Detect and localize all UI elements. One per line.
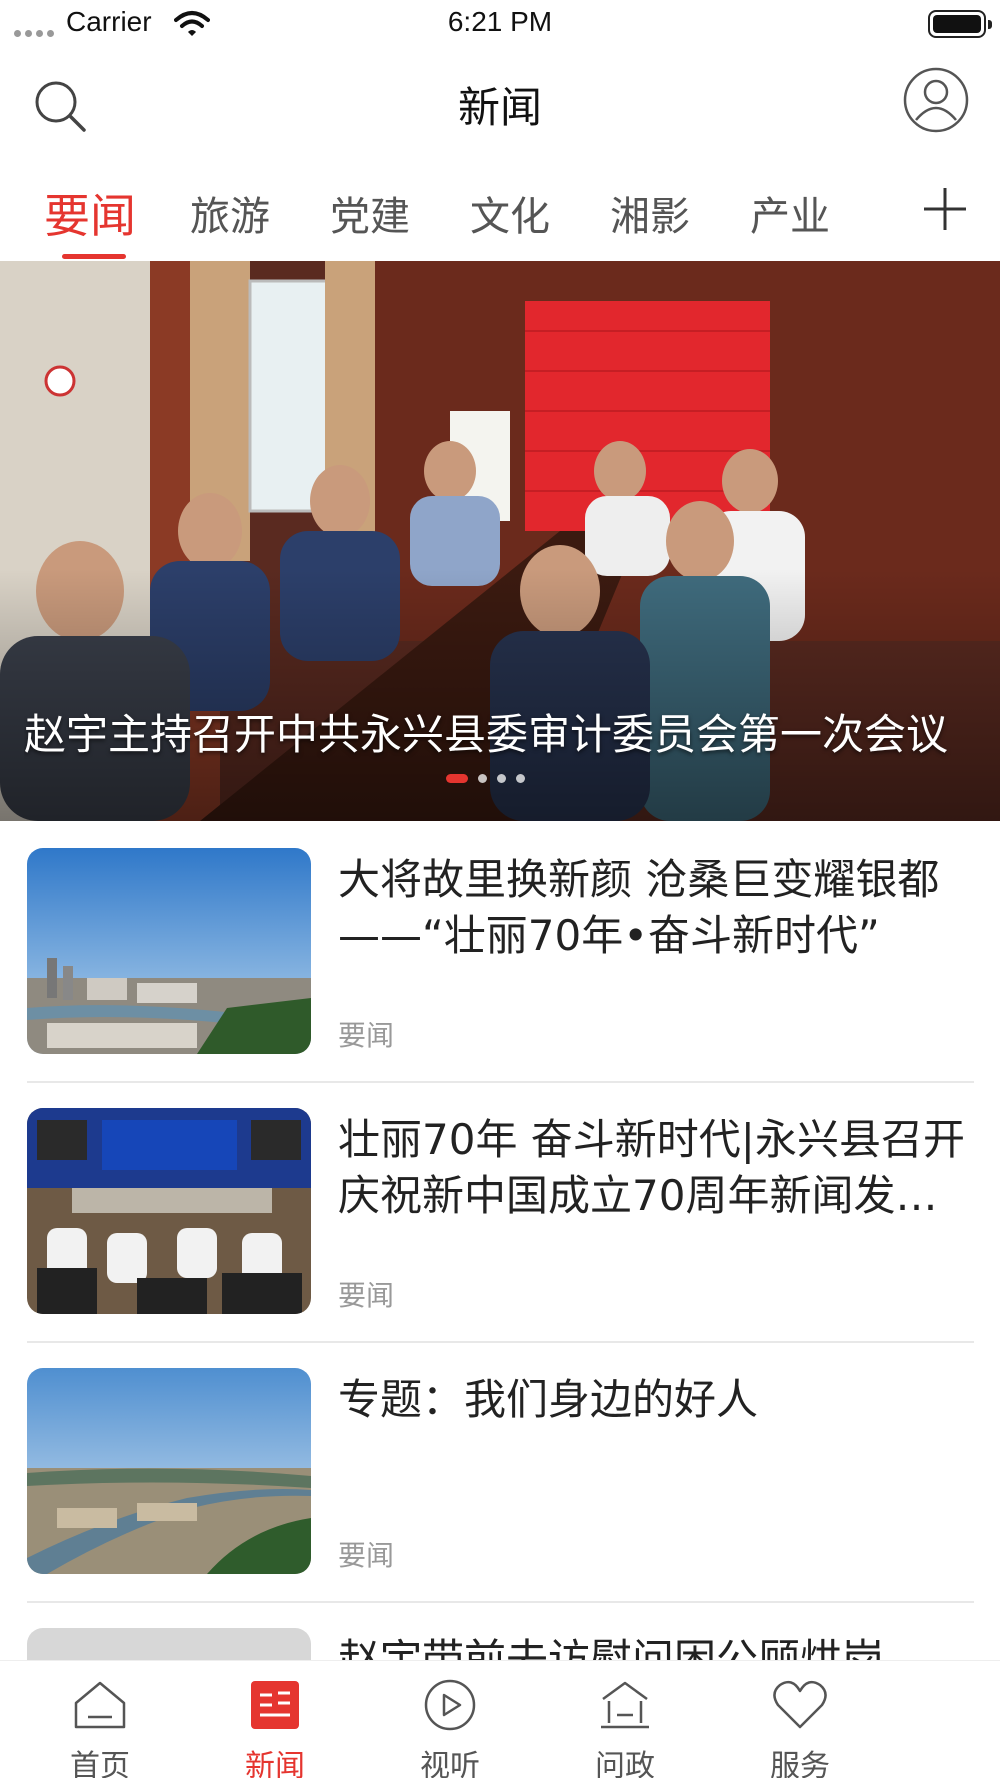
news-title[interactable]: 专题：我们身边的好人: [338, 1372, 968, 1428]
tabbar-news[interactable]: 新闻: [175, 1661, 375, 1778]
news-tag: 要闻: [338, 1539, 395, 1572]
banner-carousel[interactable]: 赵宇主持召开中共永兴县委审计委员会第一次会议: [0, 261, 1000, 821]
clock: 6:21 PM: [447, 6, 553, 37]
news-tag: 要闻: [338, 1279, 395, 1312]
tabbar-video[interactable]: 视听: [350, 1661, 550, 1778]
news-thumbnail: [27, 1108, 311, 1314]
tabbar-label: 服务: [770, 1749, 830, 1778]
page-title: 新闻: [457, 83, 542, 132]
news-list-item[interactable]: 专题：我们身边的好人 要闻: [0, 1342, 1000, 1603]
news-list-item[interactable]: 壮丽70年 奋斗新时代|永兴县召开庆祝新中国成立70周年新闻发布会 要闻: [0, 1082, 1000, 1343]
news-list-item[interactable]: 大将故里换新颜 沧桑巨变耀银都——“壮丽70年•奋斗新时代” 要闻: [0, 822, 1000, 1083]
tabbar-wenzheng[interactable]: 问政: [525, 1661, 725, 1778]
news-thumbnail: [27, 848, 311, 1054]
category-tabs: 要闻 旅游 党建 文化 湘影 产业: [0, 160, 1000, 260]
hall-icon: [601, 1681, 649, 1729]
tab-lvyou[interactable]: 旅游: [190, 184, 270, 242]
bottom-tab-bar: 首页 新闻 视听 问政 服务: [0, 1660, 1000, 1778]
news-icon: [251, 1681, 299, 1729]
news-title[interactable]: 大将故里换新颜 沧桑巨变耀银都——“壮丽70年•奋斗新时代”: [338, 852, 968, 964]
user-icon[interactable]: [902, 66, 970, 134]
active-tab-indicator: [62, 254, 126, 259]
carousel-dot-active: [446, 774, 468, 783]
tab-wenhua[interactable]: 文化: [470, 184, 550, 242]
nav-bar: 新闻: [0, 52, 1000, 158]
tab-fade: [872, 160, 912, 260]
tab-xiangying[interactable]: 湘影: [610, 184, 690, 242]
news-thumbnail: [27, 1368, 311, 1574]
carousel-dot: [497, 774, 506, 783]
tabbar-label: 视听: [420, 1749, 480, 1778]
add-icon[interactable]: [920, 184, 970, 234]
tabbar-label: 新闻: [245, 1749, 305, 1778]
news-tag: 要闻: [338, 1019, 395, 1052]
tab-dangjian[interactable]: 党建: [330, 184, 410, 242]
tab-chanye[interactable]: 产业: [750, 184, 830, 242]
tabbar-service[interactable]: 服务: [700, 1661, 900, 1778]
carousel-dot: [478, 774, 487, 783]
tabbar-label: 首页: [70, 1749, 130, 1778]
carousel-dots: [446, 774, 525, 783]
banner-title[interactable]: 赵宇主持召开中共永兴县委审计委员会第一次会议: [24, 701, 954, 762]
carousel-dot: [516, 774, 525, 783]
play-icon: [424, 1679, 476, 1731]
heart-icon: [773, 1680, 827, 1729]
battery-icon: [928, 10, 992, 38]
status-bar: Carrier 6:21 PM: [0, 0, 1000, 48]
tabbar-home[interactable]: 首页: [0, 1661, 200, 1778]
tabbar-label: 问政: [595, 1749, 655, 1778]
home-icon: [74, 1681, 126, 1729]
news-title[interactable]: 壮丽70年 奋斗新时代|永兴县召开庆祝新中国成立70周年新闻发布会: [338, 1112, 968, 1224]
tab-yaowen[interactable]: 要闻: [44, 180, 136, 246]
